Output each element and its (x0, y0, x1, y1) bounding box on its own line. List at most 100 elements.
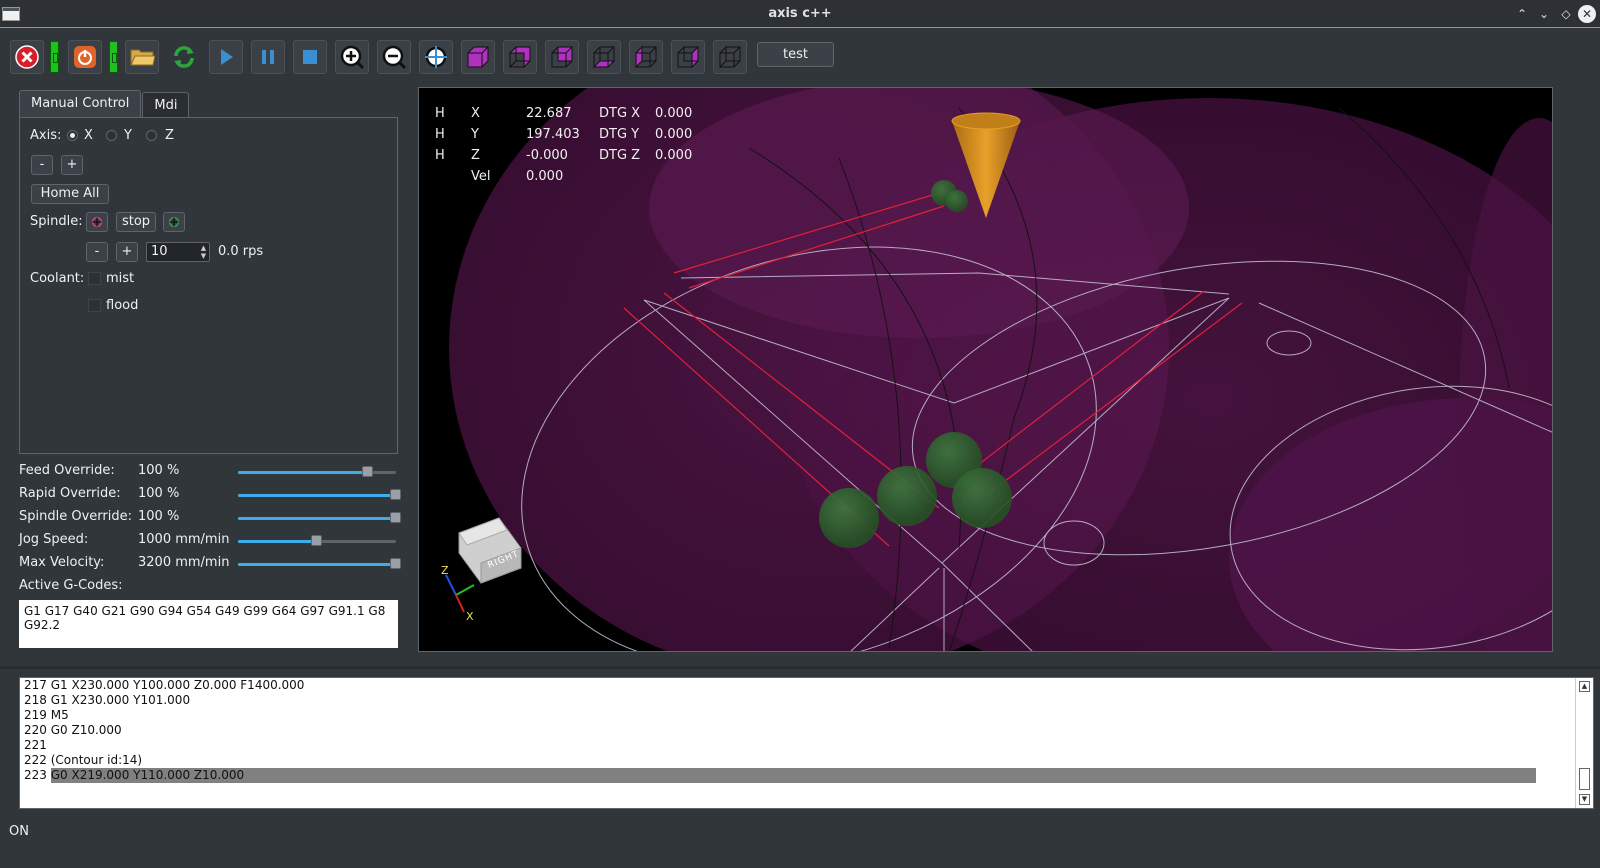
view-iso-icon (467, 46, 489, 68)
mist-checkbox[interactable] (88, 272, 101, 285)
zoom-in-button[interactable] (335, 40, 369, 74)
spindle-speed-plus-button[interactable]: + (116, 242, 138, 262)
jog-speed-label: Jog Speed: (19, 532, 89, 547)
spindle-stop-button[interactable]: stop (116, 212, 156, 232)
zoom-out-button[interactable] (377, 40, 411, 74)
axis-x-indicator: X (466, 610, 474, 623)
maximize-icon[interactable]: ◇ (1557, 5, 1575, 23)
spindle-ccw-icon (91, 216, 103, 228)
open-file-button[interactable] (125, 40, 159, 74)
axis-z-indicator: Z (441, 564, 449, 577)
gcode-line[interactable]: 219 M5 (24, 708, 69, 723)
zoom-fit-icon (425, 46, 447, 68)
max-velocity-slider[interactable] (238, 558, 401, 569)
spindle-speed-readout: 0.0 rps (218, 244, 264, 259)
axis-z-label: Z (165, 128, 174, 143)
pause-button[interactable] (251, 40, 285, 74)
power-icon (74, 46, 96, 68)
flood-label: flood (106, 298, 139, 313)
dro-vel-label: Vel (471, 169, 491, 184)
reload-button[interactable] (167, 40, 201, 74)
active-gcodes-text: G1 G17 G40 G21 G90 G94 G54 G49 G99 G64 G… (19, 600, 398, 648)
scroll-thumb[interactable] (1579, 768, 1590, 790)
rapid-override-label: Rapid Override: (19, 486, 121, 501)
dro-value-z: -0.000 (526, 148, 568, 163)
slider-handle[interactable] (390, 489, 401, 500)
spindle-cw-button[interactable] (163, 212, 185, 232)
axis-y-radio[interactable] (106, 130, 117, 141)
close-icon[interactable]: ✕ (1578, 5, 1596, 23)
max-velocity-value: 3200 mm/min (138, 555, 230, 570)
spindle-override-label: Spindle Override: (19, 509, 132, 524)
estop-button[interactable] (10, 40, 44, 74)
spindle-override-slider[interactable] (238, 512, 401, 523)
spin-arrows-icon[interactable]: ▲ ▼ (199, 244, 208, 260)
listing-scrollbar[interactable]: ▲ ▼ (1575, 678, 1593, 808)
power-button[interactable] (68, 40, 102, 74)
stock-volume (649, 88, 1189, 338)
gcode-line[interactable]: 221 (24, 738, 47, 753)
spindle-speed-input[interactable]: 10 ▲ ▼ (146, 242, 210, 262)
slider-handle[interactable] (361, 466, 373, 477)
view-right-button[interactable] (671, 40, 705, 74)
3d-preview[interactable]: RIGHT Z X H X 22.687 DTG X 0.000 H Y 197… (418, 87, 1553, 652)
rapid-override-value: 100 % (138, 486, 180, 501)
home-all-button[interactable]: Home All (31, 184, 109, 204)
keep-above-icon[interactable]: ⌃ (1513, 5, 1531, 23)
view-bottom-icon (592, 46, 616, 68)
feed-override-slider[interactable] (238, 466, 396, 477)
view-bottom-button[interactable] (587, 40, 621, 74)
view-front-button[interactable] (503, 40, 537, 74)
divider[interactable] (0, 666, 1600, 669)
run-button[interactable] (209, 40, 243, 74)
view-back-button[interactable] (545, 40, 579, 74)
tab-bar: Manual Control Mdi (19, 90, 190, 118)
pause-icon (262, 50, 274, 64)
test-button[interactable]: test (757, 42, 834, 67)
gcode-line[interactable]: 218 G1 X230.000 Y101.000 (24, 693, 190, 708)
mist-label: mist (106, 271, 135, 286)
view-top-button[interactable] (713, 40, 747, 74)
view-iso-button[interactable] (461, 40, 495, 74)
gcode-line[interactable]: 217 G1 X230.000 Y100.000 Z0.000 F1400.00… (24, 678, 304, 693)
slider-handle[interactable] (311, 535, 322, 546)
axis-z-radio[interactable] (146, 130, 157, 141)
left-panel: Manual Control Mdi Axis: X Y Z - + Home … (8, 81, 413, 659)
max-velocity-label: Max Velocity: (19, 555, 105, 570)
gcode-line[interactable]: 220 G0 Z10.000 (24, 723, 122, 738)
flood-checkbox[interactable] (88, 299, 101, 312)
slider-handle[interactable] (390, 558, 401, 569)
stop-icon (303, 50, 317, 64)
rapid-override-slider[interactable] (238, 489, 401, 500)
scroll-down-icon[interactable]: ▼ (1579, 794, 1590, 805)
gcode-listing[interactable]: 217 G1 X230.000 Y100.000 Z0.000 F1400.00… (19, 677, 1594, 809)
gcode-current-text: G0 X219.000 Y110.000 Z10.000 (50, 768, 1536, 783)
tab-mdi[interactable]: Mdi (142, 92, 190, 117)
stop-button[interactable] (293, 40, 327, 74)
view-left-button[interactable] (629, 40, 663, 74)
jog-minus-button[interactable]: - (31, 155, 53, 175)
spindle-ccw-button[interactable] (86, 212, 108, 232)
spindle-speed-value: 10 (151, 244, 168, 259)
estop-state-indicator (50, 41, 59, 73)
axis-x-label: X (84, 128, 93, 143)
minimize-icon[interactable]: ⌄ (1535, 5, 1553, 23)
scroll-up-icon[interactable]: ▲ (1579, 681, 1590, 692)
window-title: axis c++ (768, 6, 832, 21)
dro-vel-value: 0.000 (526, 169, 564, 184)
spindle-speed-minus-button[interactable]: - (86, 242, 108, 262)
dro-value-x: 22.687 (526, 106, 572, 121)
view-front-icon (508, 46, 531, 69)
jog-plus-button[interactable]: + (61, 155, 83, 175)
jog-speed-slider[interactable] (238, 535, 396, 546)
active-gcodes-label: Active G-Codes: (19, 578, 123, 593)
gcode-line[interactable]: 222 (Contour id:14) (24, 753, 142, 768)
axis-x-radio[interactable] (67, 130, 78, 141)
dro-dtg-x: 0.000 (655, 106, 693, 121)
tab-manual-control[interactable]: Manual Control (19, 90, 142, 117)
zoom-fit-button[interactable] (419, 40, 453, 74)
jog-speed-value: 1000 mm/min (138, 532, 230, 547)
slider-handle[interactable] (390, 512, 401, 523)
gcode-current-line[interactable]: 223 G0 X219.000 Y110.000 Z10.000 (24, 768, 1564, 783)
view-top-icon (719, 46, 741, 68)
